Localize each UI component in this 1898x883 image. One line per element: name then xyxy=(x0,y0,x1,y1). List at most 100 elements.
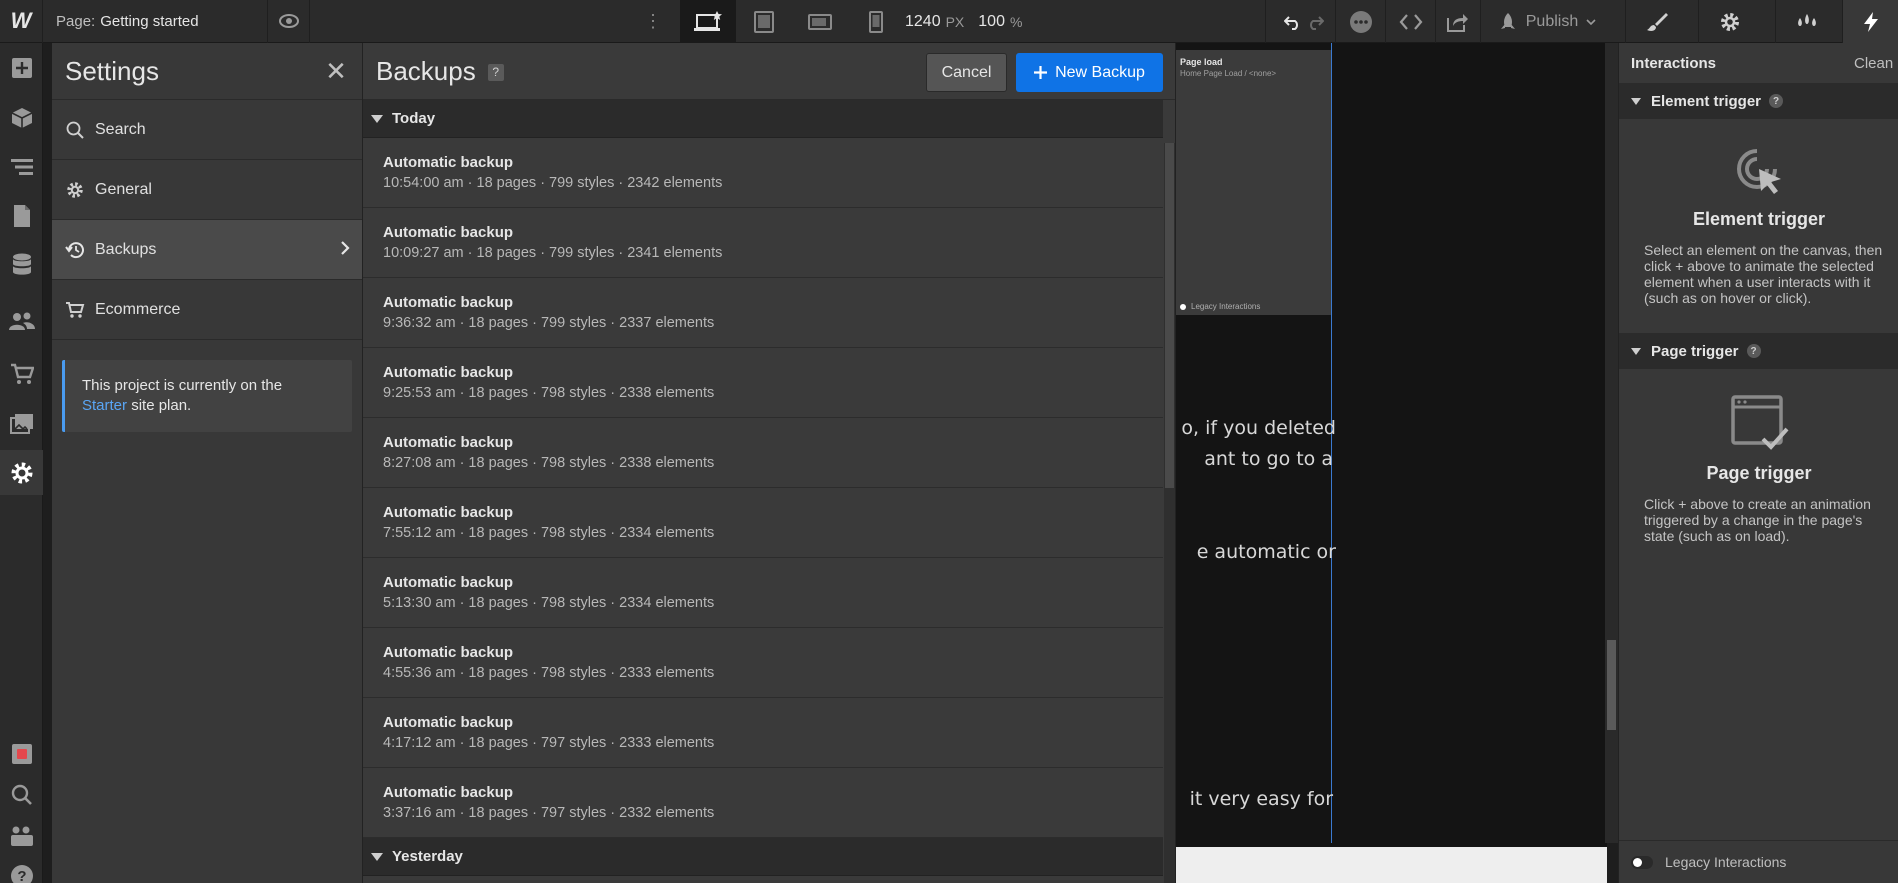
help-icon[interactable]: ? xyxy=(487,63,504,81)
plus-icon xyxy=(1034,66,1048,79)
width-value: 1240 xyxy=(905,12,941,30)
desktop-breakpoint-icon[interactable] xyxy=(680,0,736,43)
ecommerce-cart-icon[interactable] xyxy=(0,353,43,395)
zoom-value: 100 xyxy=(978,12,1005,30)
comments-icon[interactable] xyxy=(1335,0,1385,43)
plan-text-end: site plan. xyxy=(131,397,192,414)
page-selector[interactable]: Page: Getting started xyxy=(43,0,268,43)
search-icon[interactable] xyxy=(0,774,43,816)
record-icon[interactable] xyxy=(0,733,43,775)
plan-link[interactable]: Starter xyxy=(82,397,127,414)
settings-item-label: Ecommerce xyxy=(95,300,181,318)
code-export-icon[interactable] xyxy=(1385,0,1435,43)
backup-row[interactable]: Automatic backup 10:09:27 am · 18 pages ·… xyxy=(363,208,1163,278)
redo-icon[interactable] xyxy=(1300,0,1330,43)
backup-row[interactable]: Automatic backup 3:37:16 am · 18 pages · … xyxy=(363,768,1163,838)
design-canvas[interactable]: Page load Home Page Load / <none> Legacy… xyxy=(1176,43,1607,883)
page-trigger-section-header[interactable]: Page trigger ? xyxy=(1619,333,1898,369)
backup-meta: 9:36:32 am · 18 pages · 799 styles · 233… xyxy=(383,315,715,331)
settings-item-search[interactable]: Search xyxy=(52,100,362,160)
interactions-bolt-icon[interactable] xyxy=(1842,0,1898,43)
element-settings-gear-icon[interactable] xyxy=(1698,0,1761,43)
backup-row[interactable]: Automatic backup 10:54:00 am · 18 pages ·… xyxy=(363,138,1163,208)
legacy-toggle[interactable] xyxy=(1631,855,1653,869)
cancel-button[interactable]: Cancel xyxy=(926,53,1007,92)
element-trigger-heading: Element trigger xyxy=(1692,209,1826,229)
interactions-header: Interactions Clean u xyxy=(1619,43,1898,83)
backup-name: Automatic backup xyxy=(383,714,514,731)
backup-name: Automatic backup xyxy=(383,294,514,311)
canvas-text-line: it very easy for xyxy=(1189,788,1333,810)
legacy-label: Legacy Interactions xyxy=(1665,854,1787,870)
backups-panel: Backups ? Cancel New Backup Today Automa… xyxy=(363,43,1176,883)
canvas-scrollbar-thumb[interactable] xyxy=(1607,640,1616,730)
settings-gear-icon[interactable] xyxy=(0,450,43,495)
element-trigger-empty-state: Element trigger Select an element on the… xyxy=(1619,143,1898,306)
backup-row[interactable]: Automatic backup 8:27:08 am · 18 pages · … xyxy=(363,418,1163,488)
navigator-icon[interactable] xyxy=(0,146,43,188)
backup-meta: 4:17:12 am · 18 pages · 797 styles · 233… xyxy=(383,735,715,751)
width-unit: PX xyxy=(945,13,965,30)
share-icon[interactable] xyxy=(1435,0,1480,43)
tablet-breakpoint-icon[interactable] xyxy=(736,0,792,43)
caret-down-icon xyxy=(371,852,383,861)
settings-item-backups[interactable]: Backups xyxy=(52,220,362,280)
backups-scrollbar-thumb[interactable] xyxy=(1165,143,1174,488)
webflow-logo[interactable]: W xyxy=(0,0,43,43)
chevron-down-icon xyxy=(1586,18,1596,25)
publish-button[interactable]: Publish xyxy=(1480,0,1613,43)
help-icon[interactable]: ? xyxy=(1769,94,1784,108)
page-trigger-icon xyxy=(1619,393,1898,453)
settings-item-ecommerce[interactable]: Ecommerce xyxy=(52,280,362,340)
canvas-bottom-area xyxy=(1176,847,1607,883)
backup-name: Automatic backup xyxy=(383,504,514,521)
preview-legacy: Legacy Interactions xyxy=(1180,302,1260,311)
backup-meta: 4:55:36 am · 18 pages · 798 styles · 233… xyxy=(383,665,715,681)
backup-row[interactable]: Automatic backup 5:13:30 am · 18 pages · … xyxy=(363,558,1163,628)
settings-panel: Settings ✕ Search General Backups Ecomme… xyxy=(52,43,363,883)
cms-database-icon[interactable] xyxy=(0,244,43,286)
backup-meta: 3:37:16 am · 18 pages · 797 styles · 233… xyxy=(383,805,715,821)
backup-name: Automatic backup xyxy=(383,644,514,661)
style-brush-icon[interactable] xyxy=(1625,0,1688,43)
settings-item-general[interactable]: General xyxy=(52,160,362,220)
element-trigger-description: Select an element on the canvas, then cl… xyxy=(1644,242,1883,306)
assets-images-icon[interactable] xyxy=(0,403,43,445)
backup-meta: 5:13:30 am · 18 pages · 798 styles · 233… xyxy=(383,595,715,611)
style-manager-drops-icon[interactable] xyxy=(1775,0,1838,43)
new-backup-button[interactable]: New Backup xyxy=(1016,53,1163,92)
plan-text-start: This project is currently on the xyxy=(82,377,283,394)
mobile-portrait-breakpoint-icon[interactable] xyxy=(848,0,904,43)
backup-meta: 10:54:00 am · 18 pages · 799 styles · 23… xyxy=(383,175,723,191)
backup-meta: 9:25:53 am · 18 pages · 798 styles · 233… xyxy=(383,385,715,401)
components-box-icon[interactable] xyxy=(0,97,43,139)
legacy-interactions-toggle-row[interactable]: Legacy Interactions xyxy=(1619,840,1898,883)
backup-row[interactable]: Automatic backup 4:55:36 am · 18 pages · … xyxy=(363,628,1163,698)
backup-name: Automatic backup xyxy=(383,364,514,381)
clean-up-button[interactable]: Clean u xyxy=(1854,55,1898,72)
backup-row[interactable]: Automatic backup 9:36:32 am · 18 pages · … xyxy=(363,278,1163,348)
backup-row[interactable]: Automatic backup 4:17:12 am · 18 pages · … xyxy=(363,698,1163,768)
zoom-unit: % xyxy=(1009,13,1023,30)
help-icon[interactable]: ? xyxy=(1746,344,1761,358)
preview-eye-icon[interactable] xyxy=(268,0,310,43)
backup-row[interactable]: Automatic backup 7:55:12 am · 18 pages · … xyxy=(363,488,1163,558)
group-label: Yesterday xyxy=(392,848,463,865)
team-icon[interactable] xyxy=(0,815,43,857)
pages-icon[interactable] xyxy=(0,195,43,237)
toggle-dot-icon xyxy=(1180,303,1186,310)
mobile-landscape-breakpoint-icon[interactable] xyxy=(792,0,848,43)
more-breakpoints-icon[interactable]: ⋮ xyxy=(640,0,666,43)
close-icon[interactable]: ✕ xyxy=(323,56,349,87)
rocket-icon xyxy=(1500,12,1515,29)
users-icon[interactable] xyxy=(0,300,43,342)
backup-row[interactable]: Automatic backup 9:25:53 am · 18 pages · … xyxy=(363,348,1163,418)
search-icon xyxy=(65,120,85,140)
backups-list[interactable]: Today Automatic backup 10:54:00 am · 18 p… xyxy=(363,100,1176,883)
add-panel-icon[interactable] xyxy=(0,47,43,89)
element-trigger-section-header[interactable]: Element trigger ? xyxy=(1619,83,1898,119)
settings-title: Settings xyxy=(65,55,159,86)
group-header-yesterday[interactable]: Yesterday xyxy=(363,838,1163,876)
help-icon[interactable]: ? xyxy=(0,855,43,883)
group-header-today[interactable]: Today xyxy=(363,100,1163,138)
